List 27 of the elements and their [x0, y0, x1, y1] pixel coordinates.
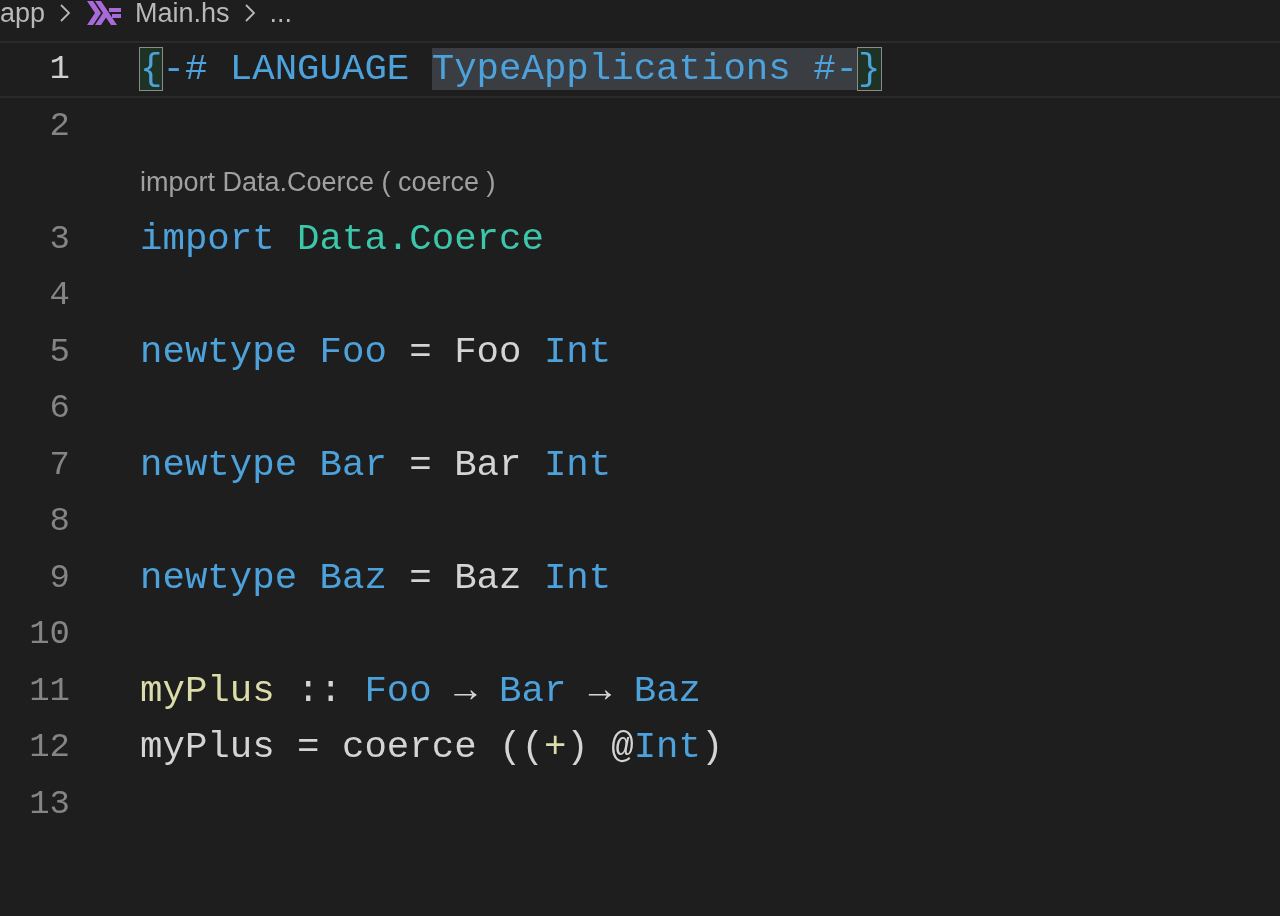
- line-number: 12: [28, 728, 70, 767]
- line-number: 4: [48, 276, 70, 315]
- line-number: 9: [48, 558, 70, 597]
- line-number: 3: [48, 219, 70, 258]
- code-line: import Data.Coerce: [140, 217, 544, 260]
- line-number: 6: [48, 389, 70, 428]
- breadcrumb-item[interactable]: Main.hs: [85, 0, 230, 29]
- code-line: newtype Bar = Bar Int: [140, 443, 612, 486]
- code-line: myPlus = coerce ((+) @Int): [140, 726, 724, 769]
- chevron-right-icon: [243, 3, 256, 23]
- code-line: {-# LANGUAGE TypeApplications #-}: [140, 48, 881, 91]
- line-number: 10: [28, 615, 70, 654]
- lambda-logo-icon: [87, 1, 122, 25]
- line-number: 2: [48, 106, 70, 145]
- codelens-hint[interactable]: import Data.Coerce ( coerce ): [140, 166, 496, 198]
- line-number: 11: [28, 671, 70, 710]
- line-number: 8: [48, 502, 70, 541]
- line-number: 7: [48, 445, 70, 484]
- line-number: 1: [48, 50, 70, 89]
- breadcrumb-item[interactable]: app: [0, 0, 46, 29]
- code-line: newtype Baz = Baz Int: [140, 556, 612, 599]
- code-line: newtype Foo = Foo Int: [140, 330, 612, 373]
- code-line: myPlus :: Foo → Bar → Baz: [140, 669, 702, 712]
- chevron-right-icon: [59, 3, 72, 23]
- breadcrumb-item[interactable]: ...: [269, 0, 293, 29]
- line-number: 5: [48, 332, 70, 371]
- line-number: 13: [28, 784, 70, 823]
